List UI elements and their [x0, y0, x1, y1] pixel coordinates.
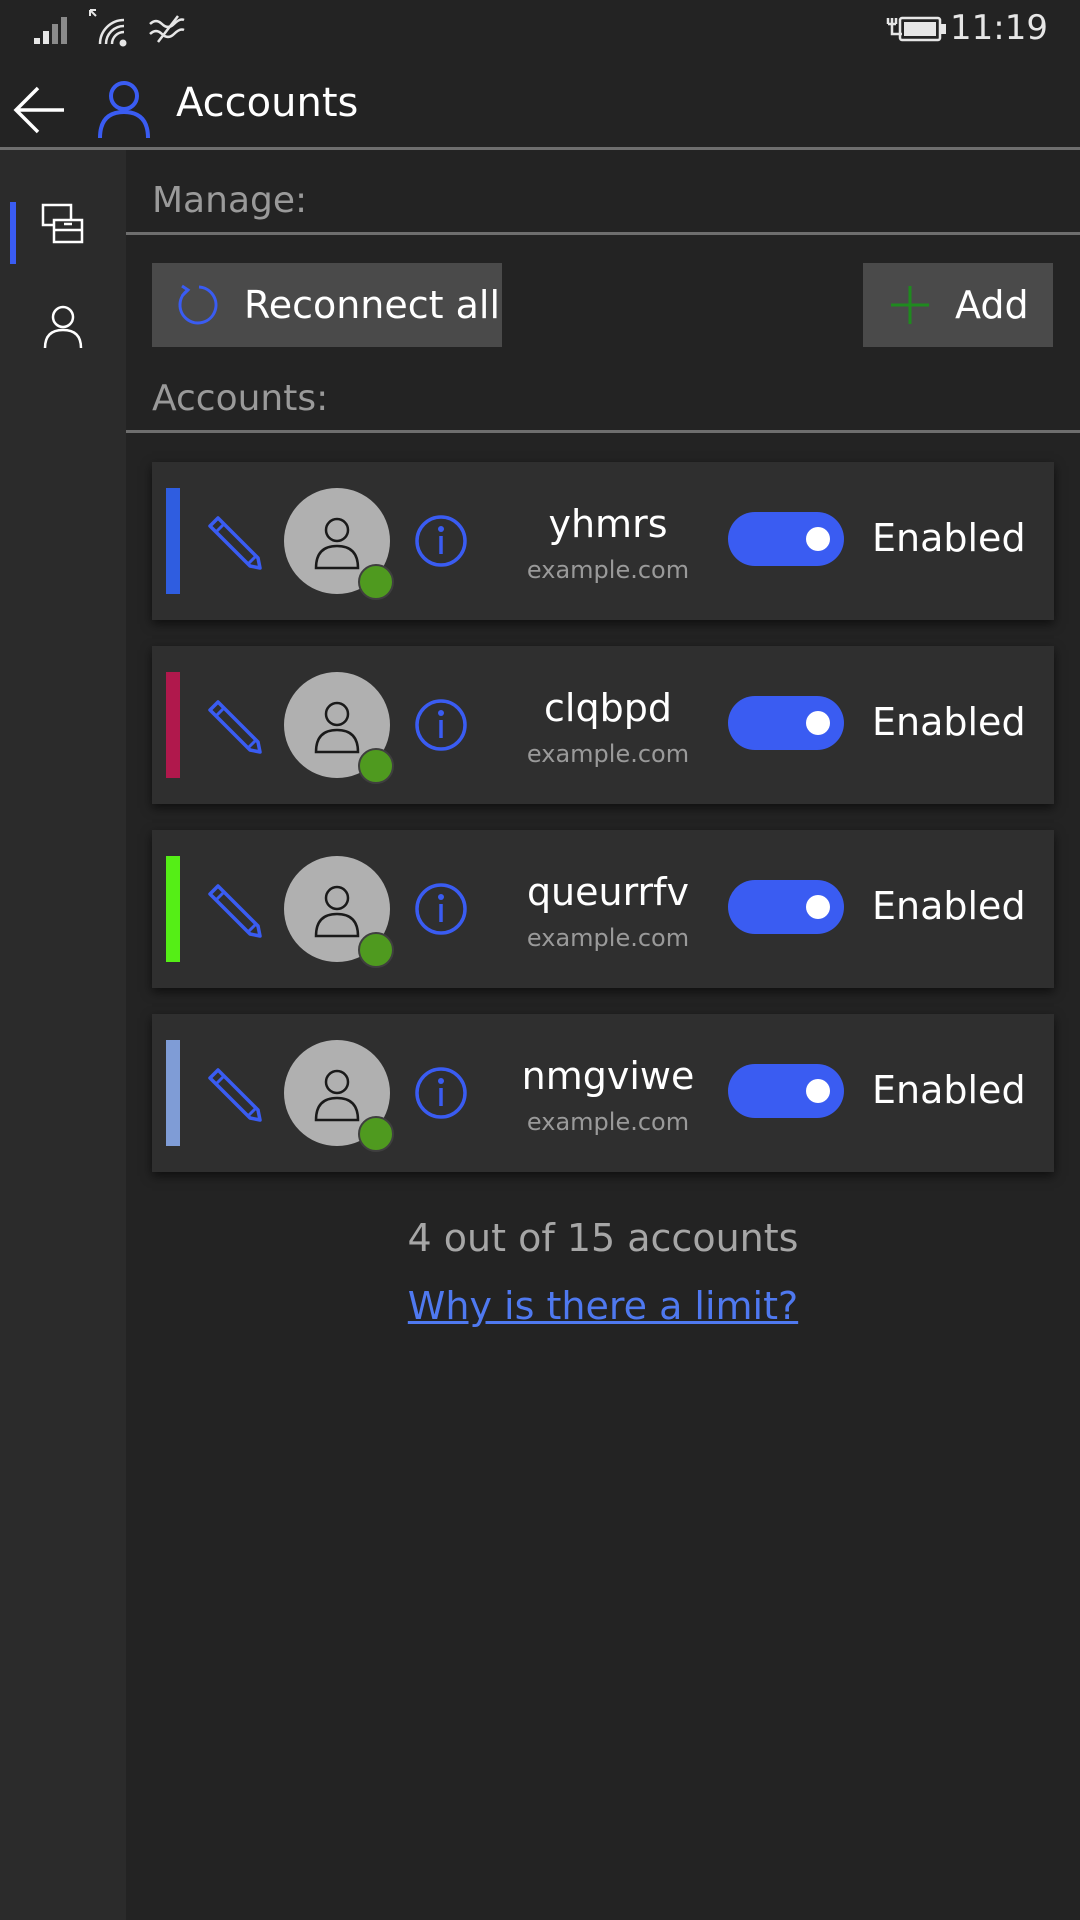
account-card[interactable]: clqbpd example.com Enabled [152, 646, 1054, 804]
accounts-label: Accounts: [152, 378, 329, 419]
main-content: Manage: Reconnect all Add Accounts: yhmr… [126, 150, 1080, 1920]
signal-icon [34, 17, 67, 44]
toggle-status-label: Enabled [872, 884, 1026, 928]
manage-label: Manage: [152, 180, 308, 221]
person-icon [98, 81, 150, 139]
online-status-dot [358, 748, 394, 784]
account-enabled-toggle[interactable] [728, 512, 844, 566]
account-domain: example.com [526, 924, 690, 952]
app-header: Accounts [0, 60, 1080, 148]
toggle-status-label: Enabled [872, 516, 1026, 560]
wifi-icon [89, 9, 127, 47]
account-card[interactable]: queurrfv example.com Enabled [152, 830, 1054, 988]
account-domain: example.com [526, 556, 690, 584]
account-color-bar [166, 672, 180, 778]
toggle-knob [806, 711, 830, 735]
devices-icon [41, 203, 84, 244]
status-bar: 11:19 [0, 0, 1080, 60]
edit-pencil-icon[interactable] [204, 1064, 262, 1122]
plus-icon [891, 286, 929, 324]
toggle-knob [806, 1079, 830, 1103]
reconnect-all-label: Reconnect all [244, 283, 501, 327]
person-icon [314, 1069, 360, 1122]
reconnect-all-button[interactable]: Reconnect all [152, 263, 502, 347]
edit-pencil-icon[interactable] [204, 880, 262, 938]
toggle-status-label: Enabled [872, 1068, 1026, 1112]
avatar [284, 672, 394, 784]
page-title: Accounts [176, 80, 359, 126]
toggle-knob [806, 527, 830, 551]
account-domain: example.com [526, 1108, 690, 1136]
edit-pencil-icon[interactable] [204, 696, 262, 754]
account-count-summary: 4 out of 15 accounts [407, 1216, 799, 1260]
back-arrow-icon[interactable] [10, 78, 74, 142]
account-color-bar [166, 488, 180, 594]
toggle-knob [806, 895, 830, 919]
person-icon [43, 305, 83, 349]
account-card[interactable]: yhmrs example.com Enabled [152, 462, 1054, 620]
why-limit-link[interactable]: Why is there a limit? [126, 1284, 1080, 1328]
info-icon[interactable] [414, 698, 468, 752]
add-account-button[interactable]: Add [863, 263, 1053, 347]
avatar [284, 856, 394, 968]
account-enabled-toggle[interactable] [728, 696, 844, 750]
clock-time: 11:19 [950, 8, 1048, 48]
person-icon [314, 517, 360, 570]
online-status-dot [358, 564, 394, 600]
data-saver-icon [149, 15, 185, 43]
online-status-dot [358, 1116, 394, 1152]
account-name: yhmrs [548, 502, 668, 546]
person-icon [314, 701, 360, 754]
add-label: Add [955, 283, 1029, 327]
account-color-bar [166, 1040, 180, 1146]
account-name: nmgviwe [521, 1054, 695, 1098]
edit-pencil-icon[interactable] [204, 512, 262, 570]
account-enabled-toggle[interactable] [728, 1064, 844, 1118]
person-icon [314, 885, 360, 938]
account-color-bar [166, 856, 180, 962]
navigation-rail [0, 150, 126, 1920]
avatar [284, 1040, 394, 1152]
rail-item-devices[interactable] [0, 186, 126, 282]
account-name: queurrfv [526, 870, 690, 914]
manage-divider [126, 232, 1080, 235]
account-domain: example.com [526, 740, 690, 768]
toggle-status-label: Enabled [872, 700, 1026, 744]
avatar [284, 488, 394, 600]
battery-charging-icon [886, 16, 946, 42]
account-card[interactable]: nmgviwe example.com Enabled [152, 1014, 1054, 1172]
info-icon[interactable] [414, 514, 468, 568]
account-enabled-toggle[interactable] [728, 880, 844, 934]
info-icon[interactable] [414, 1066, 468, 1120]
refresh-icon [178, 284, 218, 325]
rail-item-person[interactable] [0, 288, 126, 384]
info-icon[interactable] [414, 882, 468, 936]
accounts-divider [126, 430, 1080, 433]
online-status-dot [358, 932, 394, 968]
account-name: clqbpd [544, 686, 672, 730]
